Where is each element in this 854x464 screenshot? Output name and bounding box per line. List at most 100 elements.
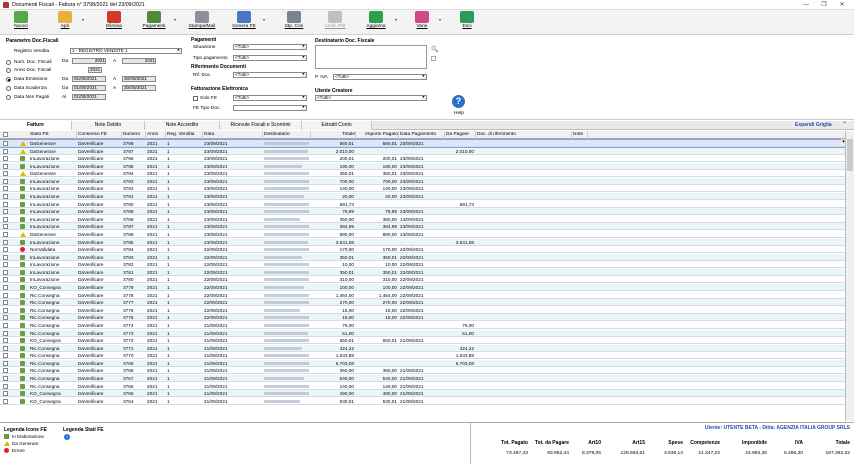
dropdown-arrow-icon[interactable]: ▾ xyxy=(82,17,84,22)
table-row[interactable]: KO_Consegna DaVerificare 3779 2021 1 22/09/20… xyxy=(0,284,845,292)
registro-select[interactable]: 1 - REGISTRO VENDITE 1 xyxy=(70,48,182,54)
column-header-data-pagamento[interactable]: Data Pagamento xyxy=(399,131,445,139)
column-header-reg-vendita[interactable]: Reg. Vendita xyxy=(166,131,203,139)
table-row[interactable]: Ric.Consegna DaVerificare 3778 2021 1 22/09/2… xyxy=(0,292,845,299)
row-checkbox[interactable] xyxy=(3,292,8,298)
toolbar-esci-button[interactable]: Esci xyxy=(456,11,478,34)
column-header-importo-pagato[interactable]: Importo Pagato xyxy=(356,131,399,139)
column-header-anno[interactable]: Anno xyxy=(146,131,166,139)
close-button[interactable]: ✕ xyxy=(830,0,854,10)
row-checkbox[interactable] xyxy=(3,209,8,215)
dropdown-arrow-icon[interactable]: ▾ xyxy=(395,17,397,22)
row-checkbox[interactable] xyxy=(3,375,8,381)
num-da-field[interactable]: 2021 xyxy=(72,58,106,64)
toolbar-nuovo-button[interactable]: Nuovo xyxy=(8,11,34,34)
row-checkbox[interactable] xyxy=(3,171,8,177)
tab-ricevute-fiscali-e-scontrini[interactable]: Ricevute Fiscali e Scontrini xyxy=(220,121,302,130)
toolbar-archi-pdf-button[interactable]: Archi. Pdf xyxy=(322,11,348,34)
column-header-consenso-fe[interactable]: Consenso FE xyxy=(77,131,122,139)
tab-fatture[interactable]: Fatture xyxy=(0,121,72,130)
table-row[interactable]: InLavorazione DaVerificare 3788 2021 1 23/09/… xyxy=(0,216,845,223)
column-header-destinatario[interactable]: Destinatario xyxy=(263,131,311,139)
table-row[interactable]: InLavorazione DaVerificare 3796 2021 1 23/09/… xyxy=(0,155,845,163)
utente-select[interactable]: <Tutti> xyxy=(315,95,427,101)
row-checkbox[interactable] xyxy=(3,247,8,253)
row-checkbox[interactable] xyxy=(3,360,8,366)
table-row[interactable]: InLavorazione DaVerificare 3781 2021 1 22/09/… xyxy=(0,268,845,276)
scroll-thumb[interactable] xyxy=(847,139,853,171)
espandi-griglia-link[interactable]: Espandi Griglia xyxy=(795,122,832,128)
dropdown-arrow-icon[interactable]: ▾ xyxy=(263,17,265,22)
help-icon[interactable]: ? xyxy=(452,95,465,108)
tab-note-debito[interactable]: Note Debito xyxy=(72,121,145,130)
table-row[interactable]: Ric.Consegna DaVerificare 3770 2021 1 21/09/2… xyxy=(0,352,845,360)
radio-data-emissione[interactable] xyxy=(6,77,11,82)
row-checkbox[interactable] xyxy=(3,330,8,336)
row-checkbox[interactable] xyxy=(3,307,8,313)
row-checkbox[interactable] xyxy=(3,224,8,230)
row-checkbox[interactable] xyxy=(3,338,8,344)
num-a-field[interactable]: 2021 xyxy=(122,58,156,64)
table-row[interactable]: Ric.Consegna DaVerificare 3767 2021 1 21/09/2… xyxy=(0,374,845,382)
row-checkbox[interactable] xyxy=(3,383,8,389)
row-checkbox[interactable] xyxy=(3,254,8,260)
table-row[interactable]: DaGenerare DaVerificare 3786 2021 1 23/09/202… xyxy=(0,231,845,238)
table-row[interactable]: InLavorazione DaVerificare 3785 2021 1 23/09/… xyxy=(0,238,845,246)
column-header-stato-fe[interactable]: Stato FE xyxy=(29,131,77,139)
table-row[interactable]: InLavorazione DaVerificare 3791 2021 1 23/09/… xyxy=(0,193,845,201)
column-header-data[interactable]: Data xyxy=(203,131,263,139)
table-row[interactable]: DaGenerare DaVerificare 3794 2021 1 23/09/202… xyxy=(0,170,845,178)
table-row[interactable]: Ric.Consegna DaVerificare 3766 2021 1 21/09/2… xyxy=(0,383,845,390)
column-header-note[interactable]: Note xyxy=(572,131,588,139)
table-row[interactable]: Ric.Consegna DaVerificare 3771 2021 1 21/09/2… xyxy=(0,344,845,352)
row-checkbox[interactable] xyxy=(3,201,8,207)
table-row[interactable]: InLavorazione DaVerificare 3789 2021 1 23/09/… xyxy=(0,208,845,216)
column-header-doc-di-riferimento[interactable]: Doc. di riferimento xyxy=(476,131,572,139)
table-row[interactable]: InLavorazione DaVerificare 3780 2021 1 22/09/… xyxy=(0,276,845,284)
table-row[interactable]: InLavorazione DaVerificare 3793 2021 1 23/09/… xyxy=(0,177,845,185)
radio-data-non-pagati[interactable] xyxy=(6,95,11,100)
piva-select[interactable]: <Tutti> xyxy=(333,74,427,80)
table-row[interactable]: InLavorazione DaVerificare 3792 2021 1 23/09/… xyxy=(0,185,845,193)
radio-data-scadenza[interactable] xyxy=(6,86,11,91)
destinatario-list[interactable] xyxy=(315,45,427,69)
scadenza-da-field[interactable]: 01/09/2021 xyxy=(72,85,106,91)
toolbar-stp-con-button[interactable]: Stp. Con xyxy=(279,11,309,34)
table-row[interactable]: InLavorazione DaVerificare 3795 2021 1 23/09/… xyxy=(0,162,845,170)
dropdown-arrow-icon[interactable]: ▾ xyxy=(174,17,176,22)
row-checkbox[interactable] xyxy=(3,322,8,328)
row-checkbox[interactable] xyxy=(3,141,8,146)
row-checkbox[interactable] xyxy=(3,186,8,192)
table-row[interactable]: InLavorazione DaVerificare 3787 2021 1 23/09/… xyxy=(0,223,845,231)
row-checkbox[interactable] xyxy=(3,156,8,162)
row-checkbox[interactable] xyxy=(3,262,8,268)
column-header-numero[interactable]: Numero xyxy=(122,131,146,139)
collapse-icon[interactable]: ⌃ xyxy=(842,121,847,128)
radio-num-doc-fiscali[interactable] xyxy=(6,60,11,65)
tab-note-accredito[interactable]: Note Accredito xyxy=(145,121,220,130)
table-row[interactable]: Ric.Consegna DaVerificare 3776 2021 1 22/09/2… xyxy=(0,307,845,314)
non-pagati-al-field[interactable]: 01/09/2021 xyxy=(72,94,106,100)
table-row[interactable]: KO_Consegna DaVerificare 3765 2021 1 21/09/20… xyxy=(0,390,845,398)
tab-estratti-conto[interactable]: Estratti Conto xyxy=(302,121,372,130)
toolbar-varie-button[interactable]: Varie ▾ xyxy=(409,11,441,34)
table-row[interactable]: Ric.Consegna DaVerificare 3777 2021 1 22/09/2… xyxy=(0,299,845,307)
table-row[interactable]: Ric.Consegna DaVerificare 3769 2021 1 21/09/2… xyxy=(0,359,845,367)
vertical-scrollbar[interactable] xyxy=(846,131,854,421)
row-checkbox[interactable] xyxy=(3,269,8,275)
anno-field[interactable]: 2021 xyxy=(88,67,102,73)
info-icon[interactable]: i xyxy=(64,434,70,440)
fe-stato-select[interactable]: <Tutti> xyxy=(233,95,307,101)
clear-icon[interactable] xyxy=(431,56,436,61)
row-checkbox[interactable] xyxy=(3,345,8,351)
table-row[interactable]: InLavorazione DaVerificare 3783 2021 1 22/09/… xyxy=(0,253,845,261)
table-row[interactable]: KO_Consegna DaVerificare 3772 2021 1 21/09/20… xyxy=(0,337,845,345)
column-header-da-pagare[interactable]: Da Pagare xyxy=(445,131,476,139)
row-checkbox[interactable] xyxy=(3,231,8,237)
row-checkbox[interactable] xyxy=(3,163,8,169)
toolbar-apri-button[interactable]: Apri ▾ xyxy=(52,11,84,34)
row-checkbox[interactable] xyxy=(3,148,8,154)
rif-doc-select[interactable]: <Tutti> xyxy=(233,72,307,78)
table-row[interactable]: Ric.Consegna DaVerificare 3775 2021 1 22/09/2… xyxy=(0,314,845,322)
table-row[interactable]: InLavorazione DaVerificare 3790 2021 1 23/09/… xyxy=(0,201,845,208)
